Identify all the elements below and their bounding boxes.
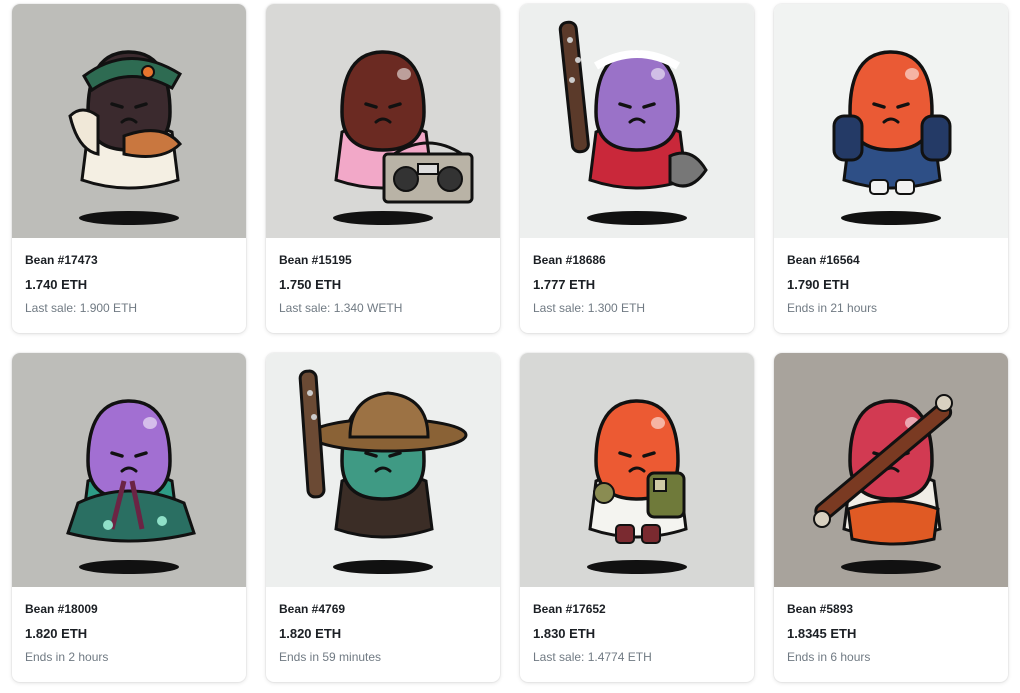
nft-image[interactable]: [774, 353, 1008, 587]
nft-name[interactable]: Bean #18686: [533, 253, 606, 267]
nft-price: 1.820 ETH: [279, 626, 342, 641]
nft-name[interactable]: Bean #15195: [279, 253, 352, 267]
nft-price: 1.8345 ETH: [787, 626, 857, 641]
nft-card[interactable]: Bean #4769 1.820 ETH Ends in 59 minutes: [266, 353, 500, 682]
nft-image[interactable]: [774, 4, 1008, 238]
bean-character-illustration: [266, 353, 500, 587]
nft-card[interactable]: Bean #15195 1.750 ETH Last sale: 1.340 W…: [266, 4, 500, 333]
nft-sale-status: Last sale: 1.340 WETH: [279, 301, 403, 315]
nft-sale-status: Ends in 6 hours: [787, 650, 871, 664]
bean-character-illustration: [774, 353, 1008, 587]
nft-sale-status: Last sale: 1.300 ETH: [533, 301, 646, 315]
nft-card[interactable]: Bean #16564 1.790 ETH Ends in 21 hours: [774, 4, 1008, 333]
nft-name[interactable]: Bean #18009: [25, 602, 98, 616]
nft-sale-status: Ends in 59 minutes: [279, 650, 382, 664]
nft-price: 1.820 ETH: [25, 626, 88, 641]
nft-price: 1.830 ETH: [533, 626, 596, 641]
nft-name[interactable]: Bean #17652: [533, 602, 606, 616]
nft-card[interactable]: Bean #18686 1.777 ETH Last sale: 1.300 E…: [520, 4, 754, 333]
bean-character-illustration: [520, 4, 754, 238]
bean-character-illustration: [266, 4, 500, 238]
nft-card[interactable]: Bean #18009 1.820 ETH Ends in 2 hours: [12, 353, 246, 682]
nft-sale-status: Ends in 21 hours: [787, 301, 878, 315]
nft-image[interactable]: [12, 4, 246, 238]
nft-sale-status: Ends in 2 hours: [25, 650, 109, 664]
nft-image[interactable]: [266, 4, 500, 238]
nft-card[interactable]: Bean #17473 1.740 ETH Last sale: 1.900 E…: [12, 4, 246, 333]
nft-sale-status: Last sale: 1.4774 ETH: [533, 650, 652, 664]
nft-grid: Bean #17473 1.740 ETH Last sale: 1.900 E…: [0, 0, 1020, 693]
nft-name[interactable]: Bean #17473: [25, 253, 98, 267]
nft-name[interactable]: Bean #16564: [787, 253, 860, 267]
nft-image[interactable]: [520, 353, 754, 587]
nft-image[interactable]: [12, 353, 246, 587]
bean-character-illustration: [774, 4, 1008, 238]
nft-name[interactable]: Bean #4769: [279, 602, 345, 616]
nft-image[interactable]: [520, 4, 754, 238]
nft-price: 1.790 ETH: [787, 277, 850, 292]
nft-card[interactable]: Bean #5893 1.8345 ETH Ends in 6 hours: [774, 353, 1008, 682]
nft-price: 1.740 ETH: [25, 277, 88, 292]
nft-sale-status: Last sale: 1.900 ETH: [25, 301, 138, 315]
nft-image[interactable]: [266, 353, 500, 587]
bean-character-illustration: [12, 353, 246, 587]
nft-price: 1.750 ETH: [279, 277, 342, 292]
nft-name[interactable]: Bean #5893: [787, 602, 853, 616]
bean-character-illustration: [12, 4, 246, 238]
nft-price: 1.777 ETH: [533, 277, 596, 292]
bean-character-illustration: [520, 353, 754, 587]
nft-card[interactable]: Bean #17652 1.830 ETH Last sale: 1.4774 …: [520, 353, 754, 682]
